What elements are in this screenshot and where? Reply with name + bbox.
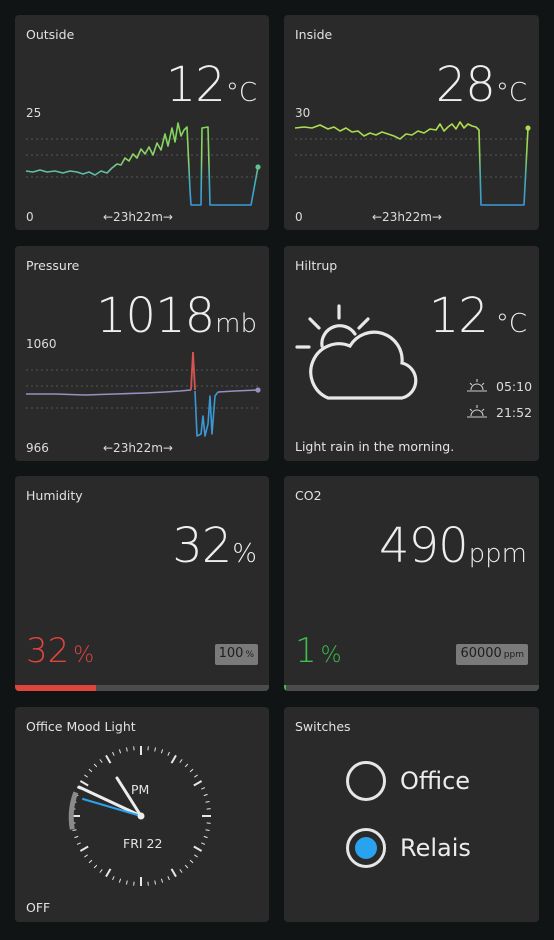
clock-tick: [184, 864, 189, 869]
inside-sparkline: [294, 121, 531, 206]
clock-ampm: PM: [131, 782, 150, 797]
clock-tick: [72, 829, 77, 832]
clock-tick: [105, 754, 112, 764]
card-title: Switches: [295, 719, 351, 734]
humidity-bar: [15, 685, 269, 691]
pressure-card[interactable]: Pressure 1018mb 1060 966 ←23h22m→: [15, 246, 269, 461]
switch-label: Office: [400, 767, 471, 795]
humidity-max-badge: 100%: [214, 644, 258, 665]
weather-card[interactable]: Hiltrup 12 °C 05:10 21:52 Light rain in …: [284, 246, 539, 461]
switch-relais[interactable]: Relais: [346, 828, 471, 868]
clock-tick: [203, 835, 208, 839]
clock-tick: [93, 864, 98, 869]
switches-card: Switches Office Relais: [284, 707, 539, 922]
humidity-value: 32%: [172, 518, 257, 574]
sunset-icon: [467, 405, 487, 418]
co2-bar: [284, 685, 539, 691]
clock-tick: [118, 749, 122, 754]
clock-tick: [193, 845, 203, 852]
pressure-sparkline: [26, 351, 261, 437]
clock-tick: [76, 842, 81, 845]
clock-date: FRI 22: [123, 836, 163, 851]
sunset-time: 21:52: [496, 405, 533, 420]
inside-card[interactable]: Inside 28°C 30 0 ←23h22m→: [284, 15, 539, 230]
clock-tick: [205, 829, 210, 832]
sunrise-time: 05:10: [496, 379, 533, 394]
clock-tick: [154, 747, 157, 752]
clock-tick: [193, 780, 203, 787]
clock-tick: [99, 869, 103, 873]
clock-face[interactable]: [15, 707, 269, 922]
humidity-card[interactable]: Humidity 32% 32% 100%: [15, 476, 269, 691]
mood-light-card[interactable]: Office Mood Light PM FRI 22 OFF: [15, 707, 269, 922]
switch-office[interactable]: Office: [346, 761, 470, 801]
mood-light-status: OFF: [26, 900, 51, 915]
clock-tick: [105, 868, 112, 878]
clock-tick: [194, 854, 198, 858]
clock-tick: [125, 880, 128, 885]
clock-tick: [74, 835, 79, 839]
forecast-text: Light rain in the morning.: [295, 439, 455, 454]
co2-value: 490ppm: [379, 518, 527, 574]
clock-tick: [167, 751, 170, 756]
clock-tick: [93, 763, 98, 768]
outside-sparkline: [25, 122, 261, 206]
clock-tick: [170, 754, 177, 764]
clock-tick: [184, 763, 189, 768]
clock-tick: [203, 793, 208, 797]
humidity-level: 32%: [26, 631, 95, 671]
card-title: Humidity: [26, 488, 83, 503]
co2-level: 1%: [295, 631, 342, 671]
clock-tick: [112, 751, 115, 756]
clock-tick: [189, 768, 194, 773]
clock-tick: [160, 749, 164, 754]
clock-tick: [160, 878, 164, 883]
switch-label: Relais: [400, 834, 471, 862]
clock-tick: [170, 868, 177, 878]
clock-tick: [88, 768, 93, 773]
co2-bar-fill: [284, 685, 287, 691]
clock-tick: [167, 876, 170, 881]
clock-tick: [189, 859, 194, 864]
co2-max-badge: 60000 ppm: [456, 644, 528, 665]
switch-office-toggle[interactable]: [346, 761, 386, 801]
clock-tick: [154, 880, 157, 885]
clock-tick: [79, 845, 89, 852]
clock-tick: [179, 759, 183, 763]
co2-card[interactable]: CO2 490ppm 1% 60000 ppm: [284, 476, 539, 691]
clock-tick: [84, 854, 88, 858]
clock-tick: [201, 787, 206, 790]
clock-tick: [205, 800, 210, 803]
clock-tick: [125, 747, 128, 752]
switch-on-indicator: [355, 837, 377, 859]
clock-tick: [194, 774, 198, 778]
clock-tick: [84, 774, 88, 778]
switch-relais-toggle[interactable]: [346, 828, 386, 868]
clock-tick: [88, 859, 93, 864]
humidity-bar-fill: [15, 685, 97, 691]
clock-tick: [99, 759, 103, 763]
clock-tick: [79, 780, 89, 787]
clock-tick: [201, 842, 206, 845]
clock-tick: [179, 869, 183, 873]
card-title: CO2: [295, 488, 322, 503]
clock-tick: [112, 876, 115, 881]
clock-tick: [118, 878, 122, 883]
outside-card[interactable]: Outside 12°C 25 0 ←23h22m→: [15, 15, 269, 230]
